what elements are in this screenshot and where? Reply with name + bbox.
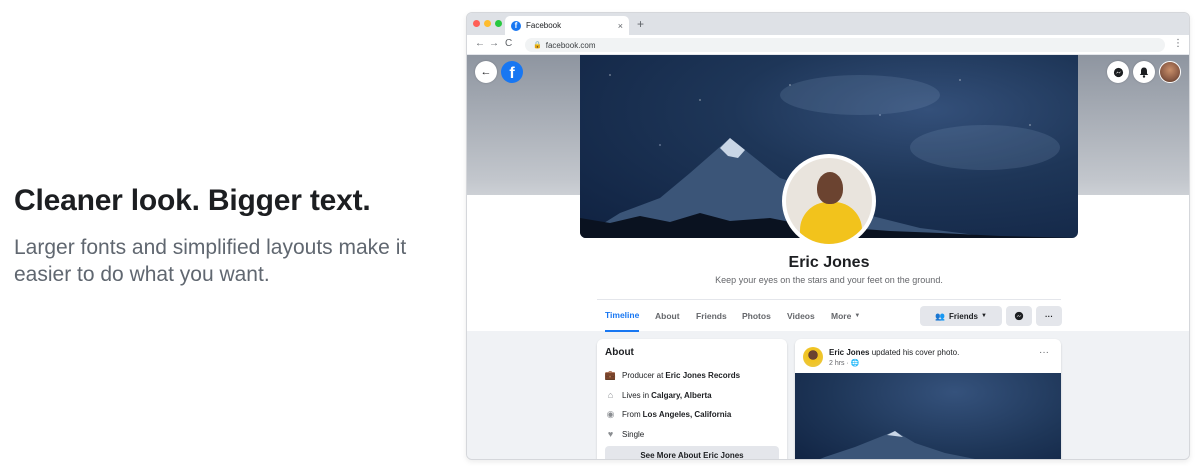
bell-icon [1139, 67, 1149, 78]
tab-label: About [655, 311, 680, 321]
profile-tabs: Timeline About Friends Photos Videos Mor… [597, 299, 1062, 332]
page-viewport: ← f Eric Jones Keep your eyes on the sta… [467, 55, 1189, 459]
about-item-prefix: From [622, 410, 641, 420]
tab-label: Friends [696, 311, 727, 321]
more-options-button[interactable]: ··· [1036, 306, 1062, 326]
tab-friends[interactable]: Friends [696, 300, 727, 332]
post-title-line: Eric Jones updated his cover photo. [829, 348, 959, 357]
about-item-link[interactable]: Eric Jones Records [665, 371, 740, 380]
friends-button[interactable]: 👥 Friends ▼ [920, 306, 1002, 326]
post-cover-image[interactable] [795, 373, 1061, 459]
post-time[interactable]: 2 hrs [829, 360, 845, 367]
minimize-window-button[interactable] [484, 20, 491, 27]
browser-tab[interactable]: f Facebook × [505, 16, 629, 35]
post-image-mountain [820, 431, 975, 459]
tab-title: Facebook [526, 21, 562, 30]
forward-arrow-icon[interactable]: → [489, 38, 499, 49]
heart-icon: ♥ [607, 429, 614, 440]
top-right-controls [1107, 61, 1181, 83]
tab-timeline[interactable]: Timeline [605, 300, 640, 332]
about-item-prefix: Producer at [622, 371, 664, 381]
about-item-link[interactable]: Calgary, Alberta [651, 391, 711, 400]
arrow-left-icon: ← [480, 66, 492, 78]
back-button[interactable]: ← [475, 61, 497, 83]
post-author-avatar[interactable] [803, 347, 823, 367]
reload-icon[interactable]: C [505, 38, 512, 49]
post-meta: 2 hrs · 🌐 [829, 359, 959, 367]
tab-close-icon[interactable]: × [618, 21, 623, 31]
back-arrow-icon[interactable]: ← [475, 38, 485, 49]
messenger-icon [1113, 67, 1123, 77]
maximize-window-button[interactable] [495, 20, 502, 27]
promo-headline: Cleaner look. Bigger text. [14, 184, 371, 217]
cover-cloud [780, 75, 940, 115]
close-window-button[interactable] [473, 20, 480, 27]
browser-menu-icon[interactable]: ⋮ [1173, 38, 1183, 49]
top-left-controls: ← f [475, 61, 523, 83]
post-action: updated his cover photo. [871, 347, 960, 357]
url-text: facebook.com [545, 40, 596, 50]
tab-label: Timeline [605, 310, 640, 320]
ellipsis-icon: ··· [1045, 311, 1053, 321]
post-header: Eric Jones updated his cover photo. 2 hr… [803, 347, 959, 367]
about-item-from: ◉ From Los Angeles, California [605, 405, 779, 425]
facebook-logo-letter: f [509, 65, 515, 82]
tab-more[interactable]: More ▼ [831, 300, 860, 332]
about-item-relationship: ♥ Single [605, 425, 779, 445]
messenger-icon [1014, 311, 1024, 321]
address-bar-row: ← → C 🔒 facebook.com ⋮ [467, 35, 1189, 55]
browser-tabbar: f Facebook × + [467, 13, 1189, 35]
notifications-button[interactable] [1133, 61, 1155, 83]
tab-label: More [831, 311, 852, 321]
url-field[interactable]: 🔒 facebook.com [525, 38, 1165, 52]
browser-window: f Facebook × + ← → C 🔒 facebook.com ⋮ ← … [466, 12, 1190, 460]
facebook-favicon-icon: f [511, 20, 521, 31]
profile-name: Eric Jones [788, 254, 870, 271]
profile-bio: Keep your eyes on the stars and your fee… [715, 275, 943, 285]
friends-button-label: Friends [949, 311, 978, 321]
caret-down-icon: ▼ [854, 313, 861, 319]
location-pin-icon: ◉ [606, 409, 615, 420]
tab-about[interactable]: About [655, 300, 680, 332]
about-item-prefix: Lives in [622, 390, 650, 400]
account-avatar[interactable] [1159, 61, 1181, 83]
globe-icon: · 🌐 [846, 359, 860, 367]
about-item-lives: ⌂ Lives in Calgary, Alberta [605, 386, 779, 406]
profile-picture-head [817, 172, 843, 204]
about-item-link[interactable]: Los Angeles, California [643, 410, 732, 419]
post-options-icon[interactable]: ··· [1039, 347, 1049, 358]
profile-picture-body [800, 202, 862, 244]
about-title: About [605, 347, 634, 358]
tab-label: Videos [787, 311, 815, 321]
profile-picture[interactable] [782, 154, 876, 248]
tab-videos[interactable]: Videos [787, 300, 815, 332]
post-card: Eric Jones updated his cover photo. 2 hr… [795, 339, 1061, 459]
tab-photos[interactable]: Photos [742, 300, 771, 332]
see-more-about-button[interactable]: See More About Eric Jones [605, 446, 779, 459]
friends-icon: 👥 [935, 311, 946, 321]
tab-label: Photos [742, 311, 771, 321]
briefcase-icon: 💼 [604, 370, 617, 381]
about-item-work: 💼 Producer at Eric Jones Records [605, 366, 779, 386]
post-author[interactable]: Eric Jones [829, 348, 869, 357]
window-controls [473, 20, 502, 27]
caret-down-icon: ▼ [980, 313, 987, 319]
about-card: About 💼 Producer at Eric Jones Records ⌂… [597, 339, 787, 459]
about-item-prefix: Single [622, 429, 645, 439]
facebook-logo-icon[interactable]: f [501, 61, 523, 83]
new-tab-button[interactable]: + [637, 17, 644, 31]
promo-section: Cleaner look. Bigger text. Larger fonts … [14, 182, 434, 288]
messenger-button[interactable] [1107, 61, 1129, 83]
lock-icon: 🔒 [533, 42, 542, 49]
promo-subtext: Larger fonts and simplified layouts make… [14, 236, 407, 286]
home-icon: ⌂ [607, 390, 614, 401]
message-button[interactable] [1006, 306, 1032, 326]
